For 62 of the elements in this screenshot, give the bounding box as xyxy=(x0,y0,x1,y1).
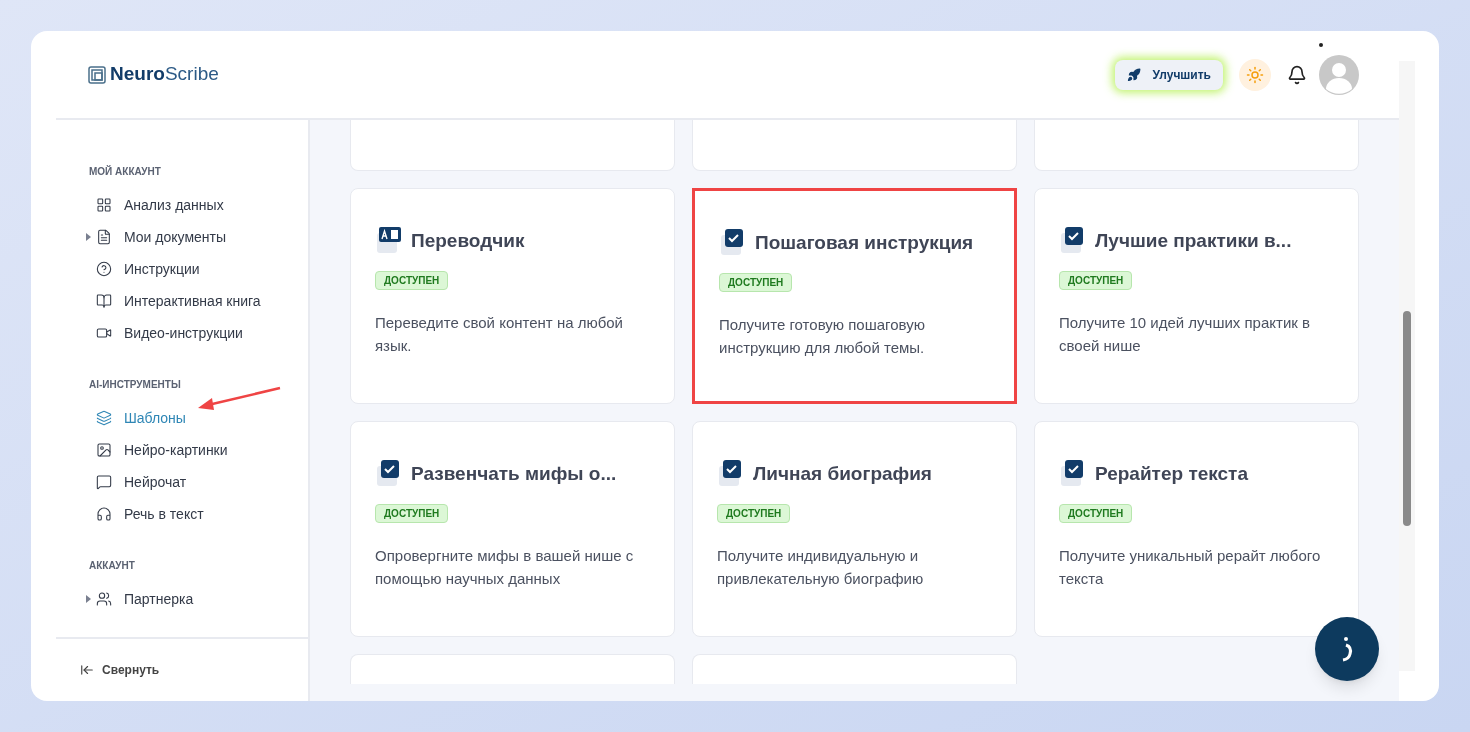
video-camera-icon xyxy=(96,325,112,341)
sidebar-item[interactable]: Партнерка xyxy=(89,583,289,615)
card-title: Развенчать мифы о... xyxy=(411,461,617,486)
status-badge: ДОСТУПЕН xyxy=(1059,504,1133,523)
sidebar-item[interactable]: Нейрочат xyxy=(89,466,289,498)
collapse-button[interactable]: Свернуть xyxy=(80,661,160,679)
sidebar-item[interactable]: Шаблоны xyxy=(89,402,289,434)
logo-icon xyxy=(88,65,106,84)
sidebar-item[interactable]: Инструкции xyxy=(89,253,289,285)
template-card[interactable]: Личная биография ДОСТУПЕН Получите индивидуальную и привлекательную биографию xyxy=(692,421,1017,637)
card-description: Получите 10 идей лучших практик в своей нише xyxy=(1059,313,1311,356)
template-card[interactable]: Лучшие практики в... ДОСТУПЕН Получите 10 идей лучших практик в своей нише xyxy=(1034,188,1359,404)
translate-icon xyxy=(375,225,403,255)
notifications-icon[interactable] xyxy=(1287,64,1307,85)
logo-text[interactable]: NeuroScribe xyxy=(110,60,219,89)
card-title: Переводчик xyxy=(411,228,525,253)
headphones-icon xyxy=(96,506,112,522)
scrollbar-thumb[interactable] xyxy=(1403,311,1411,526)
sidebar-item[interactable]: Анализ данных xyxy=(89,189,289,221)
help-icon xyxy=(96,261,112,277)
status-badge: ДОСТУПЕН xyxy=(375,271,449,290)
card-title: Рерайтер текста xyxy=(1095,461,1248,486)
sidebar-item[interactable]: Интерактивная книга xyxy=(89,285,289,317)
collapse-icon xyxy=(80,663,94,677)
status-badge: ДОСТУПЕН xyxy=(719,273,793,292)
sidebar-item[interactable]: Мои документы xyxy=(89,221,289,253)
section-heading: МОЙ АККАУНТ xyxy=(89,164,161,179)
section-heading: АККАУНТ xyxy=(89,559,135,573)
template-card[interactable]: Развенчать мифы о... ДОСТУПЕН Опровергните мифы в вашей нише с помощью научных данных xyxy=(350,421,675,637)
card-title: Личная биография xyxy=(753,461,932,486)
book-icon xyxy=(96,293,112,309)
sidebar-item[interactable]: Видео-инструкции xyxy=(89,317,289,349)
card-description: Переведите свой контент на любой язык. xyxy=(375,313,624,356)
card-description: Опровергните мифы в вашей нише с помощью научных данных xyxy=(375,546,635,589)
layers-icon xyxy=(96,410,112,426)
status-badge: ДОСТУПЕН xyxy=(375,504,449,523)
card-description: Получите индивидуальную и привлекательную биографию xyxy=(717,546,925,589)
sidebar-item[interactable]: Речь в текст xyxy=(89,498,289,530)
sidebar-item[interactable]: Нейро-картинки xyxy=(89,434,289,466)
grid-icon xyxy=(96,197,112,213)
template-card[interactable]: Пошаговая инструкция ДОСТУПЕН Получите готовую пошаговую инструкцию для любой темы. xyxy=(692,188,1017,404)
chat-bubble-icon xyxy=(96,474,112,490)
theme-toggle[interactable] xyxy=(1239,58,1271,91)
status-badge: ДОСТУПЕН xyxy=(1059,271,1133,290)
hook-icon xyxy=(1340,636,1354,662)
chat-widget-button[interactable] xyxy=(1315,617,1379,681)
image-icon xyxy=(96,442,112,458)
card-title: Лучшие практики в... xyxy=(1095,228,1292,253)
users-icon xyxy=(96,591,112,607)
section-heading: AI-ИНСТРУМЕНТЫ xyxy=(89,378,181,392)
card-title: Пошаговая инструкция xyxy=(755,230,974,255)
card-description: Получите уникальный рерайт любого текста xyxy=(1059,546,1322,589)
document-icon xyxy=(96,229,112,245)
upgrade-button[interactable]: Улучшить xyxy=(1114,59,1223,90)
expand-caret-icon[interactable] xyxy=(86,233,91,241)
sun-icon xyxy=(1246,65,1264,84)
status-badge: ДОСТУПЕН xyxy=(717,504,791,523)
template-card[interactable]: Рерайтер текста ДОСТУПЕН Получите уникальный рерайт любого текста xyxy=(1034,421,1359,637)
rocket-icon xyxy=(1126,67,1141,82)
card-description: Получите готовую пошаговую инструкцию для любой темы. xyxy=(719,315,926,358)
template-card[interactable]: Переводчик ДОСТУПЕН Переведите свой контент на любой язык. xyxy=(350,188,675,404)
expand-caret-icon[interactable] xyxy=(86,595,91,603)
